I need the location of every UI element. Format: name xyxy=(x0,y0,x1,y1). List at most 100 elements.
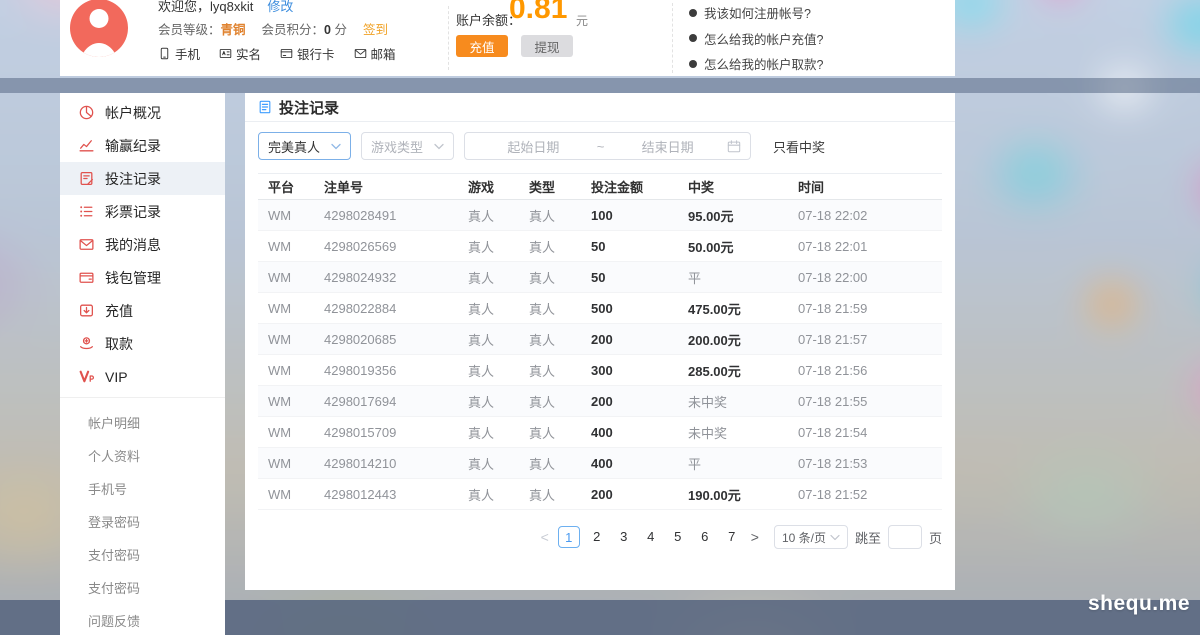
jump-page-input[interactable] xyxy=(888,525,922,549)
cell-win: 未中奖 xyxy=(688,392,798,411)
table-row: WM4298028491真人真人10095.00元07-18 22:02 xyxy=(258,200,942,231)
cell-type: 真人 xyxy=(529,268,591,287)
platform-select-value: 完美真人 xyxy=(268,137,320,156)
sidebar-item-withdraw[interactable]: 取款 xyxy=(60,327,225,360)
verify-item-realname[interactable]: 实名 xyxy=(219,44,261,63)
cell-game: 真人 xyxy=(468,330,529,349)
sidebar-subitem-phone-number[interactable]: 手机号 xyxy=(60,472,225,505)
sidebar-subitem-profile[interactable]: 个人资料 xyxy=(60,439,225,472)
sidebar-subitem-pay-password-2[interactable]: 支付密码 xyxy=(60,571,225,604)
game-type-select[interactable]: 游戏类型 xyxy=(361,132,454,160)
withdraw-button[interactable]: 提现 xyxy=(521,35,573,57)
envelope-icon xyxy=(78,236,95,253)
date-range-picker[interactable]: 起始日期 ~ 结束日期 xyxy=(464,132,751,160)
cell-type: 真人 xyxy=(529,237,591,256)
id-card-icon xyxy=(219,46,232,61)
cell-type: 真人 xyxy=(529,392,591,411)
welcome-text: 欢迎您， xyxy=(158,0,210,14)
page-1[interactable]: 1 xyxy=(558,526,580,548)
sidebar-item-bet-record[interactable]: 投注记录 xyxy=(60,162,225,195)
cell-bet-no: 4298019356 xyxy=(324,363,468,378)
cell-platform: WM xyxy=(268,301,324,316)
cell-win: 50.00元 xyxy=(688,237,798,256)
cell-platform: WM xyxy=(268,456,324,471)
sidebar-subitem-feedback[interactable]: 问题反馈 xyxy=(60,604,225,635)
page-6[interactable]: 6 xyxy=(695,526,715,548)
faq-withdraw[interactable]: 怎么给我的帐户取款? xyxy=(689,54,823,73)
sidebar-item-label: 钱包管理 xyxy=(105,268,161,288)
next-page-button[interactable]: > xyxy=(749,529,761,545)
bet-record-panel: 投注记录 完美真人 游戏类型 起始日期 ~ 结束日期 只看中奖 平台注单号游戏类… xyxy=(245,93,955,590)
win-only-filter[interactable]: 只看中奖 xyxy=(773,137,825,156)
table-row: WM4298017694真人真人200未中奖07-18 21:55 xyxy=(258,386,942,417)
cell-game: 真人 xyxy=(468,237,529,256)
page-2[interactable]: 2 xyxy=(587,526,607,548)
jump-unit-label: 页 xyxy=(929,528,942,547)
verify-item-label: 实名 xyxy=(236,44,261,63)
balance-value: 0.81 xyxy=(509,0,567,26)
cell-type: 真人 xyxy=(529,423,591,442)
cell-game: 真人 xyxy=(468,392,529,411)
verify-item-bankcard[interactable]: 银行卡 xyxy=(280,44,335,63)
page-7[interactable]: 7 xyxy=(722,526,742,548)
filter-bar: 完美真人 游戏类型 起始日期 ~ 结束日期 只看中奖 xyxy=(258,132,942,160)
cell-game: 真人 xyxy=(468,299,529,318)
cell-time: 07-18 22:00 xyxy=(798,270,942,285)
cell-win: 475.00元 xyxy=(688,299,798,318)
page-5[interactable]: 5 xyxy=(668,526,688,548)
pagination: <1234567>10 条/页跳至页 xyxy=(258,525,942,549)
level-value: 青铜 xyxy=(221,23,246,37)
points-unit: 分 xyxy=(334,23,347,37)
cell-game: 真人 xyxy=(468,454,529,473)
cell-platform: WM xyxy=(268,363,324,378)
cell-bet-no: 4298020685 xyxy=(324,332,468,347)
verify-item-email[interactable]: 邮箱 xyxy=(354,44,396,63)
faq-register[interactable]: 我该如何注册帐号? xyxy=(689,3,823,22)
sidebar: 帐户概况输赢纪录投注记录彩票记录我的消息钱包管理充值取款 VIP 帐户明细个人资料手… xyxy=(60,93,225,635)
cell-bet-no: 4298026569 xyxy=(324,239,468,254)
verify-item-label: 手机 xyxy=(175,44,200,63)
watermark: shequ.me xyxy=(1088,592,1190,616)
sidebar-item-lottery-record[interactable]: 彩票记录 xyxy=(60,195,225,228)
withdraw-icon xyxy=(78,335,95,352)
faq-list: 我该如何注册帐号? 怎么给我的帐户充值? 怎么给我的帐户取款? xyxy=(672,3,823,73)
recharge-button[interactable]: 充值 xyxy=(456,35,508,57)
column-header: 类型 xyxy=(529,177,591,196)
page-3[interactable]: 3 xyxy=(614,526,634,548)
prev-page-button[interactable]: < xyxy=(539,529,551,545)
page-4[interactable]: 4 xyxy=(641,526,661,548)
chevron-down-icon xyxy=(830,534,840,541)
sidebar-item-account-overview[interactable]: 帐户概况 xyxy=(60,96,225,129)
sidebar-item-label: 帐户概况 xyxy=(105,103,161,123)
sidebar-item-label: 投注记录 xyxy=(105,169,161,189)
cell-win: 平 xyxy=(688,268,798,287)
platform-select[interactable]: 完美真人 xyxy=(258,132,351,160)
sidebar-item-wallet-management[interactable]: 钱包管理 xyxy=(60,261,225,294)
page-size-select[interactable]: 10 条/页 xyxy=(774,525,848,549)
sidebar-subitem-login-password[interactable]: 登录密码 xyxy=(60,505,225,538)
cell-bet-no: 4298028491 xyxy=(324,208,468,223)
cell-amount: 500 xyxy=(591,301,688,316)
sidebar-item-vip[interactable]: VIP xyxy=(60,360,225,393)
cell-time: 07-18 21:56 xyxy=(798,363,942,378)
edit-username-link[interactable]: 修改 xyxy=(267,0,293,14)
user-header-panel: 欢迎您，lyq8xkit修改 会员等级：青铜会员积分：0 分签到 手机实名银行卡… xyxy=(60,0,955,76)
verify-item-label: 邮箱 xyxy=(371,44,396,63)
verify-item-phone[interactable]: 手机 xyxy=(158,44,200,63)
sidebar-subitem-pay-password[interactable]: 支付密码 xyxy=(60,538,225,571)
cell-game: 真人 xyxy=(468,206,529,225)
sidebar-item-label: VIP xyxy=(105,369,128,385)
sidebar-item-my-messages[interactable]: 我的消息 xyxy=(60,228,225,261)
sidebar-item-label: 我的消息 xyxy=(105,235,161,255)
welcome-line: 欢迎您，lyq8xkit修改 xyxy=(158,0,293,15)
sidebar-subitem-account-detail[interactable]: 帐户明细 xyxy=(60,406,225,439)
sidebar-item-win-loss-record[interactable]: 输赢纪录 xyxy=(60,129,225,162)
cell-win: 未中奖 xyxy=(688,423,798,442)
cell-platform: WM xyxy=(268,208,324,223)
checkin-link[interactable]: 签到 xyxy=(363,23,388,37)
cell-amount: 200 xyxy=(591,394,688,409)
faq-deposit[interactable]: 怎么给我的帐户充值? xyxy=(689,29,823,48)
cell-time: 07-18 22:01 xyxy=(798,239,942,254)
page-size-value: 10 条/页 xyxy=(782,529,826,546)
sidebar-item-recharge[interactable]: 充值 xyxy=(60,294,225,327)
